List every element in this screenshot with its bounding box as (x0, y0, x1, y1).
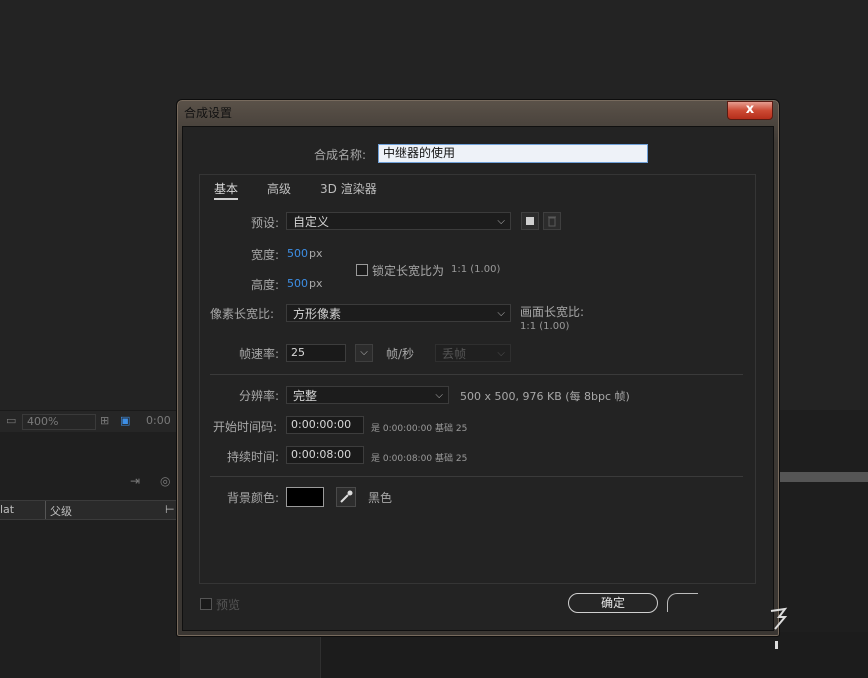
preview-checkbox[interactable] (200, 598, 212, 610)
chevron-down-icon: ⌵ (435, 390, 443, 401)
composition-name-input[interactable]: 中继器的使用 (378, 144, 648, 163)
frame-rate-input[interactable]: 25 (286, 344, 346, 362)
pixel-aspect-select[interactable]: 方形像素 ⌵ (286, 304, 511, 322)
tab-basic[interactable]: 基本 (214, 180, 239, 200)
width-value[interactable]: 500 (287, 247, 308, 260)
composition-settings-dialog: 合成设置 x 合成名称: 中继器的使用 基本 高级 3D 渲染器 预设: 自定义… (176, 99, 780, 637)
eyedropper-button[interactable] (336, 487, 356, 507)
resolution-info: 500 x 500, 976 KB (每 8bpc 帧) (460, 390, 630, 403)
timeline-tool-icon[interactable]: ⇥ (130, 474, 140, 488)
preset-label: 预设: (251, 216, 280, 230)
resolution-select[interactable]: 完整 ⌵ (286, 386, 449, 404)
chevron-down-icon: ⌵ (497, 348, 505, 359)
lock-aspect-value: 1:1 (1.00) (451, 264, 501, 275)
monitor-icon[interactable]: ▭ (6, 414, 16, 427)
start-timecode-input[interactable]: 0:00:00:00 (286, 416, 364, 434)
frame-rate-dropdown-button[interactable]: ⌵ (355, 344, 373, 362)
duration-input[interactable]: 0:00:08:00 (286, 446, 364, 464)
height-label: 高度: (251, 278, 280, 292)
tab-advanced[interactable]: 高级 (267, 180, 291, 197)
frame-rate-label: 帧速率: (239, 347, 280, 361)
pixel-aspect-value: 方形像素 (293, 307, 342, 321)
chevron-down-icon: ⌵ (497, 308, 505, 319)
preset-select[interactable]: 自定义 ⌵ (286, 212, 511, 230)
timeline-column-header: lat 父级 ⊢ (0, 500, 180, 520)
region-icon[interactable]: ▣ (120, 414, 130, 427)
width-label: 宽度: (251, 248, 280, 262)
frame-aspect-label: 画面长宽比: (520, 305, 585, 319)
duration-base: 基础 25 (435, 454, 468, 464)
watermark-icon (770, 607, 788, 649)
chevron-down-icon: ⌵ (497, 216, 505, 227)
column-partial: lat (0, 503, 15, 516)
timeline-panel: ⇥ ◎ (0, 432, 180, 678)
column-divider (45, 501, 46, 519)
name-label: 合成名称: (314, 148, 367, 162)
bg-color-label: 背景颜色: (227, 491, 280, 505)
duration-info: 是 0:00:08:00 (371, 454, 433, 464)
drop-frame-value: 丢帧 (442, 347, 467, 361)
right-panel-bar (776, 472, 868, 482)
viewer-toolbar: ▭ 400% ⊞ ▣ 0:00 (0, 410, 180, 434)
eyedropper-icon (340, 490, 353, 503)
resolution-label: 分辨率: (239, 389, 280, 403)
height-value[interactable]: 500 (287, 277, 308, 290)
preset-value: 自定义 (293, 215, 330, 229)
delete-preset-button[interactable] (543, 212, 561, 230)
close-button[interactable]: x (727, 101, 773, 120)
column-icon: ⊢ (165, 503, 175, 516)
drop-frame-select[interactable]: 丢帧 ⌵ (435, 344, 511, 362)
settings-group-box (199, 174, 756, 584)
dialog-body: 合成名称: 中继器的使用 基本 高级 3D 渲染器 预设: 自定义 ⌵ 宽度: … (182, 126, 774, 631)
tab-3d-renderer[interactable]: 3D 渲染器 (320, 180, 377, 197)
trash-icon (548, 216, 556, 227)
zoom-select[interactable]: 400% (22, 414, 96, 430)
start-timecode-base: 基础 25 (435, 424, 468, 434)
timecode-partial: 0:00 (146, 414, 171, 427)
height-unit: px (309, 277, 323, 290)
column-parent: 父级 (50, 505, 72, 518)
dialog-title: 合成设置 (184, 106, 233, 120)
bg-color-name: 黑色 (368, 491, 393, 505)
resolution-value: 完整 (293, 389, 318, 403)
cancel-button[interactable] (667, 593, 698, 612)
frame-rate-unit: 帧/秒 (386, 347, 415, 361)
lock-aspect-checkbox[interactable] (356, 264, 368, 276)
lock-aspect-label: 锁定长宽比为 (372, 264, 445, 278)
frame-aspect-value: 1:1 (1.00) (520, 321, 570, 332)
watermark-logo (765, 603, 791, 653)
preview-label: 预览 (216, 598, 241, 612)
duration-label: 持续时间: (227, 450, 280, 464)
bg-color-swatch[interactable] (286, 487, 324, 507)
pixel-aspect-label: 像素长宽比: (210, 307, 275, 321)
start-timecode-label: 开始时间码: (213, 420, 278, 434)
graph-icon[interactable]: ◎ (160, 474, 170, 488)
save-preset-button[interactable] (521, 212, 539, 230)
start-timecode-info: 是 0:00:00:00 (371, 424, 433, 434)
ok-button[interactable]: 确定 (568, 593, 658, 613)
save-preset-icon (526, 217, 534, 225)
width-unit: px (309, 247, 323, 260)
divider (210, 476, 743, 477)
grid-icon[interactable]: ⊞ (100, 414, 109, 427)
divider (210, 374, 743, 375)
